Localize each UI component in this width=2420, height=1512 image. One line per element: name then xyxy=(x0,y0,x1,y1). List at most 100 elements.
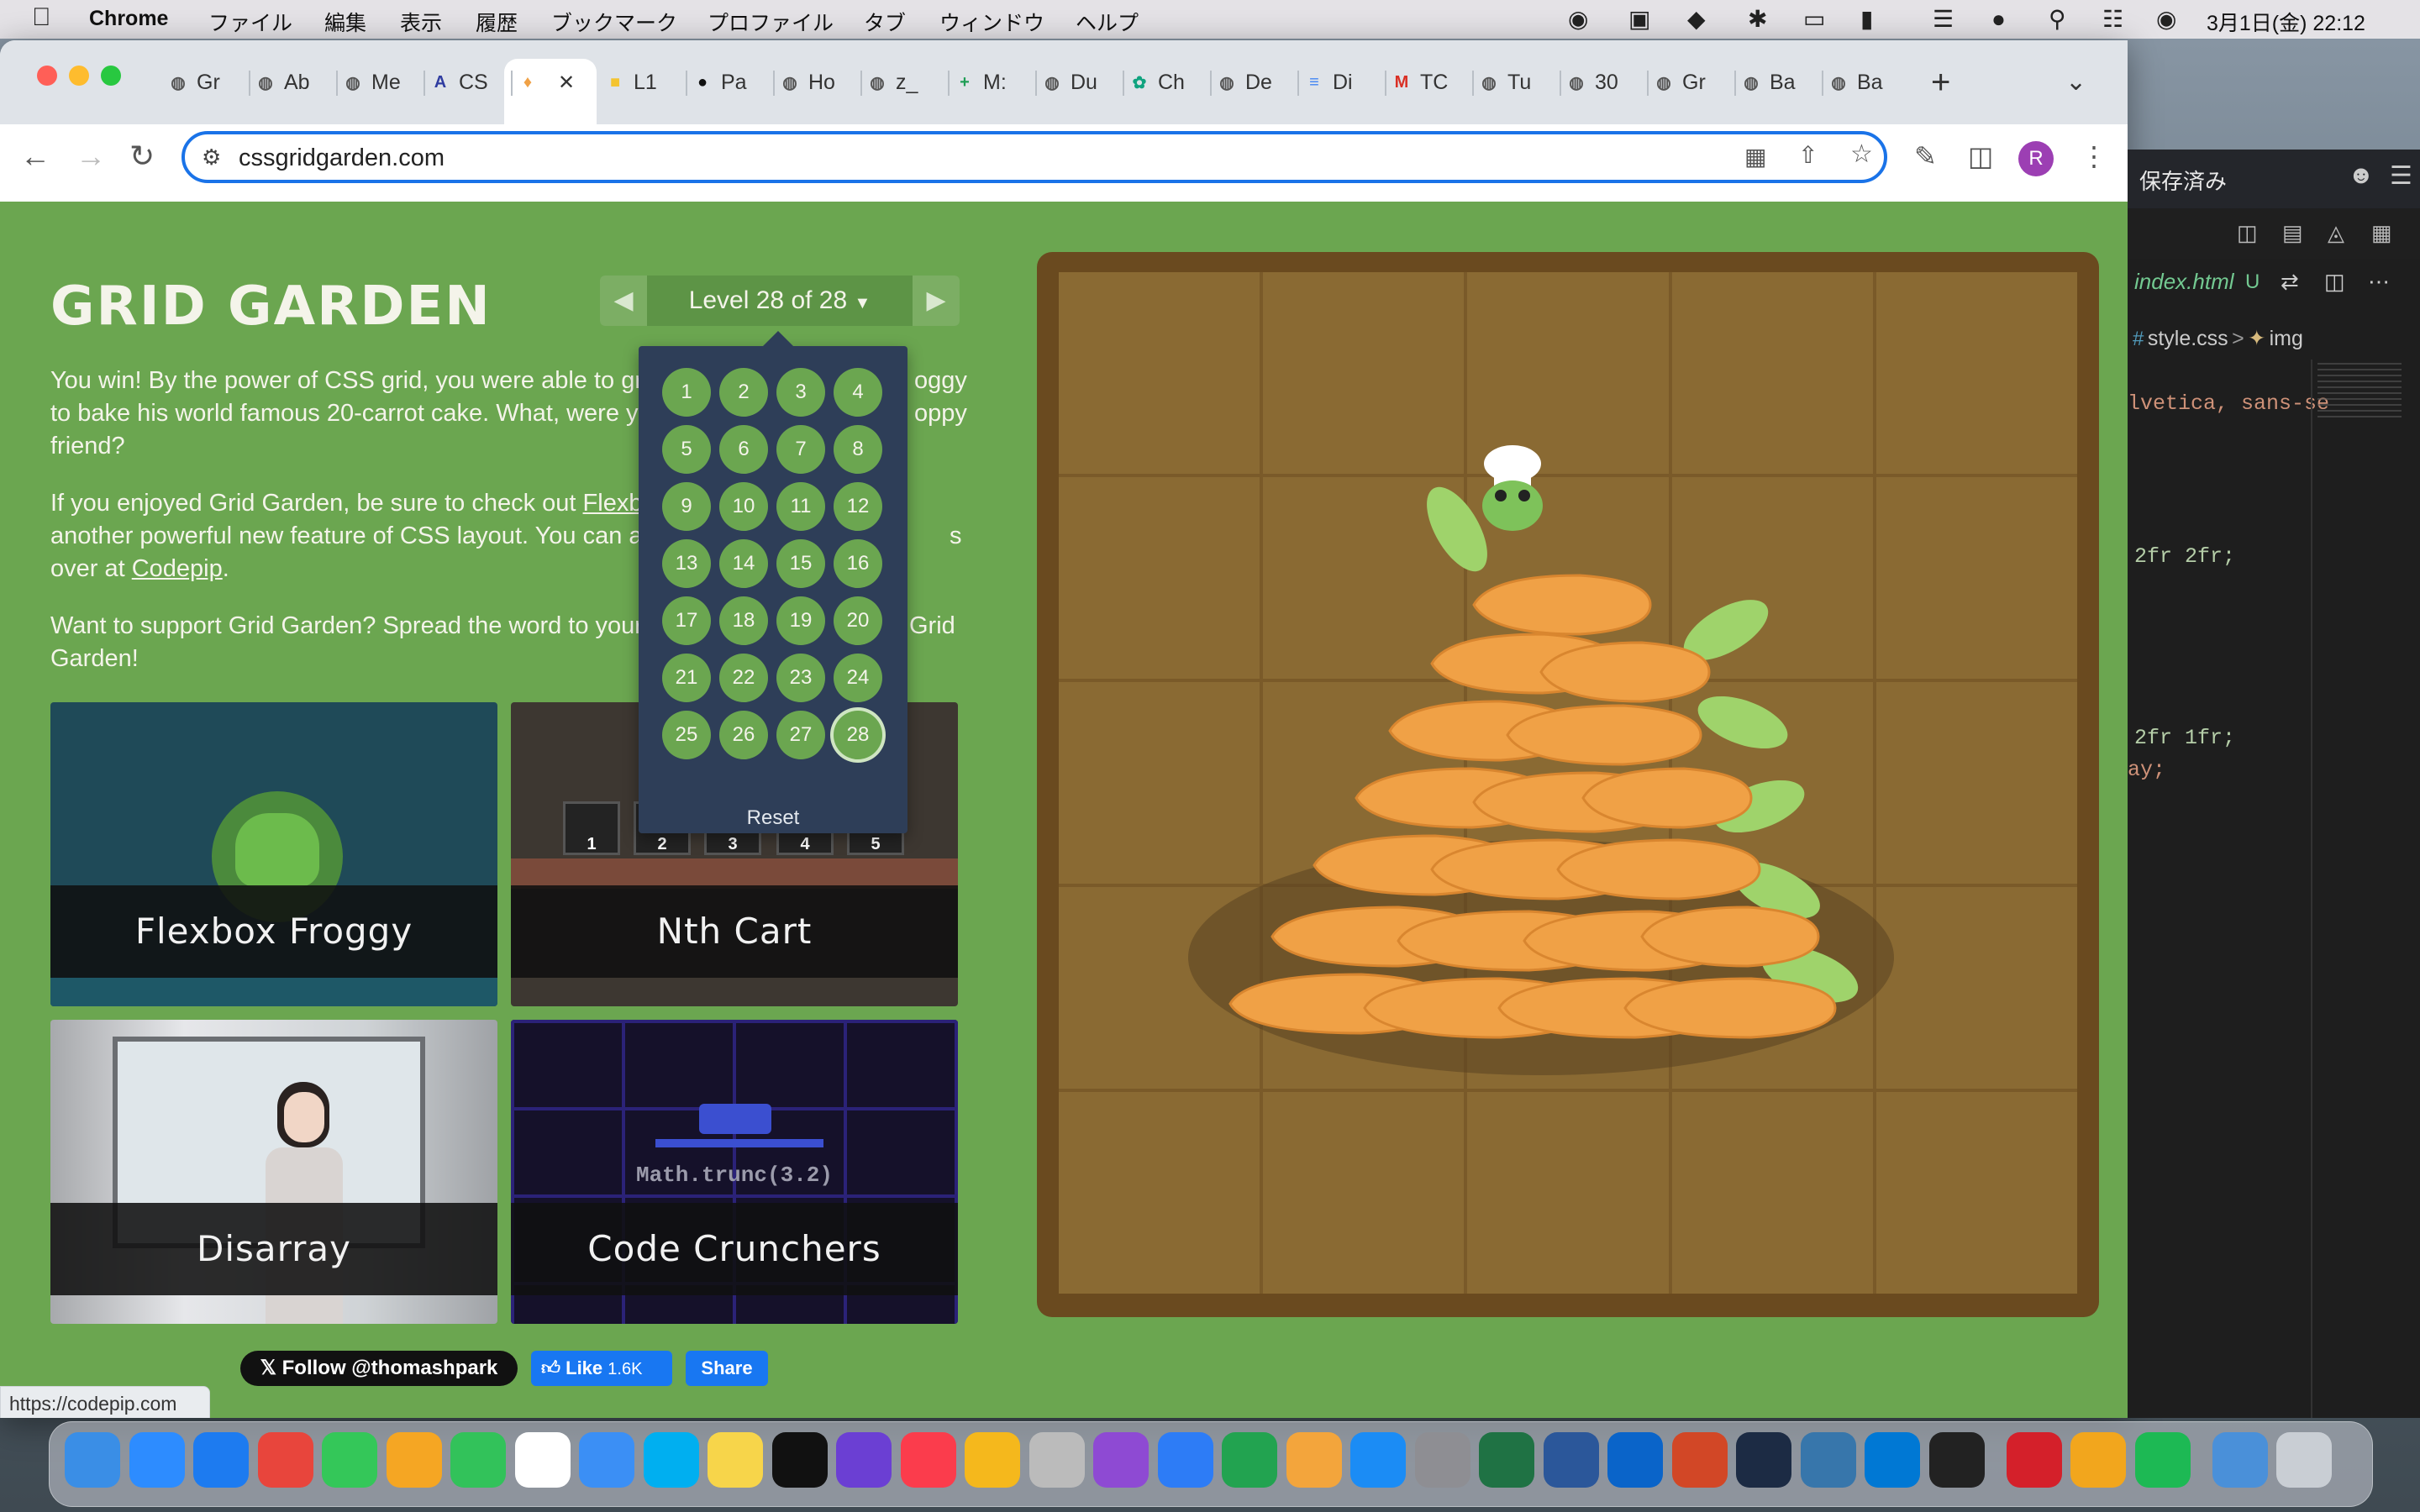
split-editor-icon[interactable]: ◫ xyxy=(2324,269,2345,295)
launchpad-icon[interactable] xyxy=(1028,1432,1085,1488)
vpn-app-icon[interactable] xyxy=(1736,1432,1791,1488)
editor-tab[interactable]: index.html U ⇄ ◫ ⋯ xyxy=(2128,260,2420,304)
zoom-icon[interactable] xyxy=(129,1432,185,1488)
search-icon[interactable]: ⚲ xyxy=(2049,7,2066,32)
translate-icon[interactable]: ▦ xyxy=(1744,143,1766,171)
garageband-icon[interactable] xyxy=(2070,1432,2126,1488)
level-button-20[interactable]: 20 xyxy=(834,596,882,645)
level-button-28[interactable]: 28 xyxy=(834,711,882,759)
safari-icon[interactable] xyxy=(193,1432,249,1488)
level-button-25[interactable]: 25 xyxy=(662,711,711,759)
tab[interactable]: ◍ z_ xyxy=(865,62,918,102)
tab[interactable]: ≡ Di xyxy=(1302,62,1352,102)
menu-file[interactable]: ファイル xyxy=(208,7,292,37)
level-button-24[interactable]: 24 xyxy=(834,654,882,702)
tab[interactable]: A CS xyxy=(429,62,488,102)
menu-tab[interactable]: タブ xyxy=(864,7,906,37)
outlook-icon[interactable] xyxy=(1607,1432,1663,1488)
battery-icon[interactable]: ▮ xyxy=(1860,7,1873,32)
downloads-icon[interactable] xyxy=(2212,1432,2268,1488)
wifi-icon[interactable]: ☰ xyxy=(1933,7,1954,32)
tab[interactable]: ◍ Tu xyxy=(1477,62,1531,102)
tab[interactable]: ● Pa xyxy=(691,62,747,102)
level-button-3[interactable]: 3 xyxy=(776,368,825,417)
tab[interactable]: M TC xyxy=(1390,62,1449,102)
calendar-icon[interactable] xyxy=(514,1432,571,1488)
level-button-22[interactable]: 22 xyxy=(719,654,768,702)
level-button-13[interactable]: 13 xyxy=(662,539,711,588)
photos-icon[interactable] xyxy=(386,1432,442,1488)
tab[interactable]: ◍ Ba xyxy=(1827,62,1882,102)
close-tab-icon[interactable]: ✕ xyxy=(558,71,575,95)
toggle-sidebar-icon[interactable]: ◫ xyxy=(2237,220,2258,246)
word-icon[interactable] xyxy=(1543,1432,1599,1488)
profile-avatar[interactable]: R xyxy=(2018,141,2054,176)
customize-layout-icon[interactable]: ▦ xyxy=(2371,220,2392,246)
account-icon[interactable]: ☻ xyxy=(2348,161,2375,190)
card-code-crunchers[interactable]: Math.trunc(3.2) Code Crunchers xyxy=(511,1020,958,1324)
zoom-window-button[interactable] xyxy=(101,66,121,86)
forward-button[interactable]: → xyxy=(76,139,106,173)
tab-search-chevron-icon[interactable]: ⌄ xyxy=(2065,66,2086,99)
level-button-23[interactable]: 23 xyxy=(776,654,825,702)
menu-bookmarks[interactable]: ブックマーク xyxy=(551,7,677,37)
tab[interactable]: + M: xyxy=(953,62,1007,102)
level-button-26[interactable]: 26 xyxy=(719,711,768,759)
powerpoint-icon[interactable] xyxy=(1671,1432,1728,1488)
grammarly-icon[interactable]: ◉ xyxy=(1568,7,1588,32)
level-button-15[interactable]: 15 xyxy=(776,539,825,588)
back-button[interactable]: ← xyxy=(20,139,50,173)
messages-icon[interactable] xyxy=(322,1432,377,1488)
audio-icon[interactable] xyxy=(965,1432,1020,1488)
tab-active[interactable]: ♦ ✕ xyxy=(516,62,575,102)
keynote-icon[interactable] xyxy=(1157,1432,1213,1488)
side-panel-icon[interactable]: ◫ xyxy=(1968,139,1993,173)
level-button-5[interactable]: 5 xyxy=(662,425,711,474)
level-button-7[interactable]: 7 xyxy=(776,425,825,474)
menu-app-name[interactable]: Chrome xyxy=(89,7,168,31)
appstore-icon[interactable] xyxy=(1350,1432,1406,1488)
skype-icon[interactable] xyxy=(643,1432,699,1488)
level-button-10[interactable]: 10 xyxy=(719,482,768,531)
level-button-19[interactable]: 19 xyxy=(776,596,825,645)
twitter-follow-button[interactable]: 𝕏 Follow @thomashpark xyxy=(240,1351,518,1386)
bluetooth-icon[interactable]: ✱ xyxy=(1748,7,1767,32)
trash-icon[interactable] xyxy=(2276,1432,2332,1488)
share-icon[interactable]: ⇧ xyxy=(1798,141,1818,169)
close-window-button[interactable] xyxy=(37,66,57,86)
level-button-18[interactable]: 18 xyxy=(719,596,768,645)
status-s-icon[interactable]: ▣ xyxy=(1628,7,1650,32)
bookmark-star-icon[interactable]: ☆ xyxy=(1850,139,1873,169)
url-text[interactable]: cssgridgarden.com xyxy=(239,144,445,172)
menu-icon[interactable]: ☰ xyxy=(2390,161,2412,191)
control-center-icon[interactable]: ☷ xyxy=(2102,7,2123,32)
level-indicator[interactable]: Level 28 of 28 ▼ xyxy=(647,276,913,326)
tab[interactable]: ◍ Ba xyxy=(1739,62,1795,102)
input-source-icon[interactable]: ▭ xyxy=(1803,7,1825,32)
spotify-icon[interactable] xyxy=(2134,1432,2191,1488)
level-button-11[interactable]: 11 xyxy=(776,482,825,531)
excel-icon[interactable] xyxy=(1479,1432,1534,1488)
minimap[interactable] xyxy=(2317,363,2402,422)
python-icon[interactable] xyxy=(1800,1432,1856,1488)
chrome-icon[interactable] xyxy=(257,1432,313,1488)
tab[interactable]: ◍ Gr xyxy=(166,62,220,102)
previous-level-button[interactable]: ◀ xyxy=(600,276,647,326)
level-button-17[interactable]: 17 xyxy=(662,596,711,645)
breadcrumb-file[interactable]: style.css xyxy=(2148,327,2228,350)
git-compare-icon[interactable]: ⇄ xyxy=(2281,269,2299,295)
next-level-button[interactable]: ▶ xyxy=(913,276,960,326)
facetime-icon[interactable] xyxy=(450,1432,506,1488)
level-button-21[interactable]: 21 xyxy=(662,654,711,702)
level-button-1[interactable]: 1 xyxy=(662,368,711,417)
level-button-6[interactable]: 6 xyxy=(719,425,768,474)
podcasts-icon[interactable] xyxy=(1093,1432,1149,1488)
menu-window[interactable]: ウィンドウ xyxy=(939,7,1044,37)
address-bar[interactable]: ⚙ cssgridgarden.com ▦ ⇧ ☆ xyxy=(182,131,1887,183)
tab[interactable]: ✿ Ch xyxy=(1128,62,1185,102)
menu-clock[interactable]: 3月1日(金) 22:12 xyxy=(2207,7,2365,37)
finder-icon[interactable] xyxy=(65,1432,120,1488)
vpn-icon[interactable]: ◆ xyxy=(1687,7,1706,32)
site-info-icon[interactable]: ⚙ xyxy=(202,144,221,171)
numbers-icon[interactable] xyxy=(1222,1432,1277,1488)
